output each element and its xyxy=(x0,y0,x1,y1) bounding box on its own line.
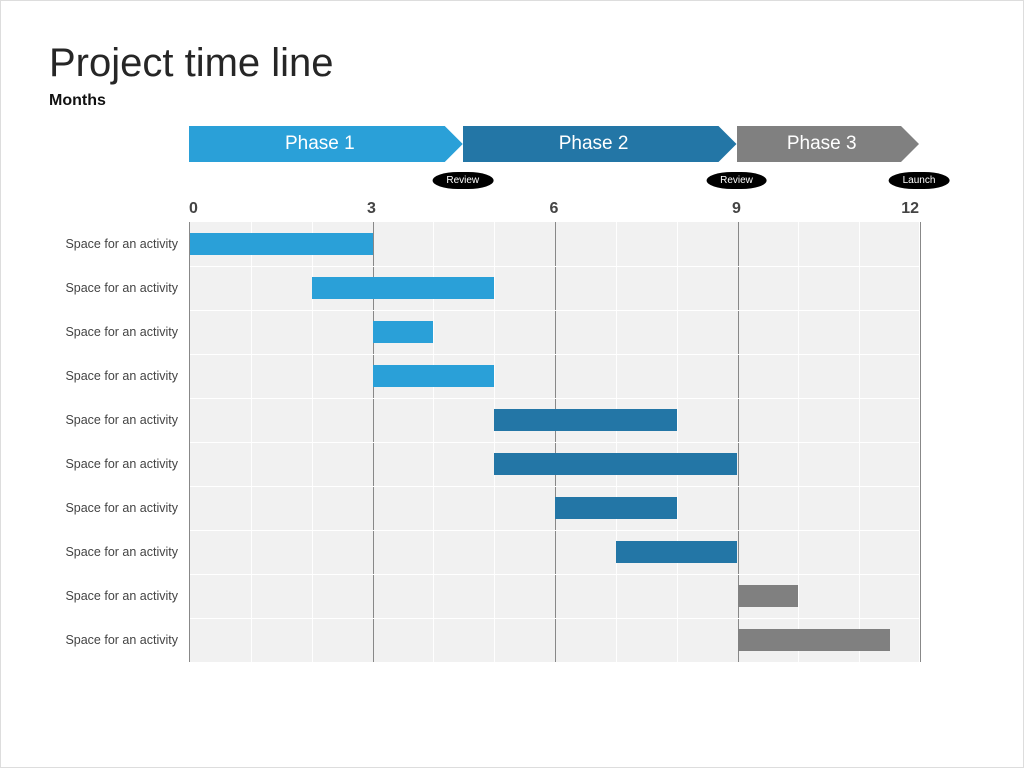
activity-label: Space for an activity xyxy=(65,413,178,427)
milestone-row: ReviewReviewLaunch xyxy=(189,172,919,198)
gridline-vertical xyxy=(920,222,921,662)
gantt-bar xyxy=(494,409,677,431)
x-tick-label: 6 xyxy=(550,200,559,218)
page-title: Project time line xyxy=(49,41,975,86)
milestone-badge: Launch xyxy=(889,172,950,189)
activity-label: Space for an activity xyxy=(65,369,178,383)
page-subtitle: Months xyxy=(49,92,975,110)
activity-label: Space for an activity xyxy=(65,545,178,559)
phase-arrow: Phase 2 xyxy=(463,126,737,162)
gantt-bar xyxy=(616,541,738,563)
gantt-bar xyxy=(190,233,373,255)
gantt-bar xyxy=(555,497,677,519)
x-tick-label: 0 xyxy=(189,200,198,218)
phase-arrow: Phase 1 xyxy=(189,126,463,162)
row-labels: Space for an activity Space for an activi… xyxy=(50,222,190,662)
gridline-horizontal xyxy=(190,442,919,443)
gantt-chart: Phase 1Phase 2Phase 3 ReviewReviewLaunch… xyxy=(189,126,919,662)
gantt-bar xyxy=(738,585,799,607)
gridline-horizontal xyxy=(190,310,919,311)
activity-label: Space for an activity xyxy=(65,457,178,471)
gantt-bar xyxy=(373,365,495,387)
gridline-horizontal xyxy=(190,266,919,267)
activity-label: Space for an activity xyxy=(65,501,178,515)
gantt-bar xyxy=(312,277,495,299)
activity-label: Space for an activity xyxy=(65,633,178,647)
phase-banner-row: Phase 1Phase 2Phase 3 xyxy=(189,126,919,162)
gridline-horizontal xyxy=(190,354,919,355)
x-axis-ticks: 0 3 6 9 12 xyxy=(189,200,919,222)
x-tick-label: 9 xyxy=(732,200,741,218)
gantt-bar xyxy=(494,453,737,475)
gantt-bar xyxy=(373,321,434,343)
gridline-horizontal xyxy=(190,530,919,531)
gridline-horizontal xyxy=(190,618,919,619)
activity-label: Space for an activity xyxy=(65,281,178,295)
phase-arrow: Phase 3 xyxy=(737,126,920,162)
gridline-horizontal xyxy=(190,486,919,487)
x-tick-label: 12 xyxy=(901,200,919,218)
activity-label: Space for an activity xyxy=(65,325,178,339)
x-tick-label: 3 xyxy=(367,200,376,218)
plot-area: Space for an activitySpace for an activi… xyxy=(189,222,919,662)
activity-label: Space for an activity xyxy=(65,237,178,251)
activity-label: Space for an activity xyxy=(65,589,178,603)
gridline-horizontal xyxy=(190,574,919,575)
slide-frame: Project time line Months Phase 1Phase 2P… xyxy=(0,0,1024,768)
milestone-badge: Review xyxy=(432,172,493,189)
gridline-horizontal xyxy=(190,398,919,399)
gantt-bar xyxy=(738,629,890,651)
milestone-badge: Review xyxy=(706,172,767,189)
